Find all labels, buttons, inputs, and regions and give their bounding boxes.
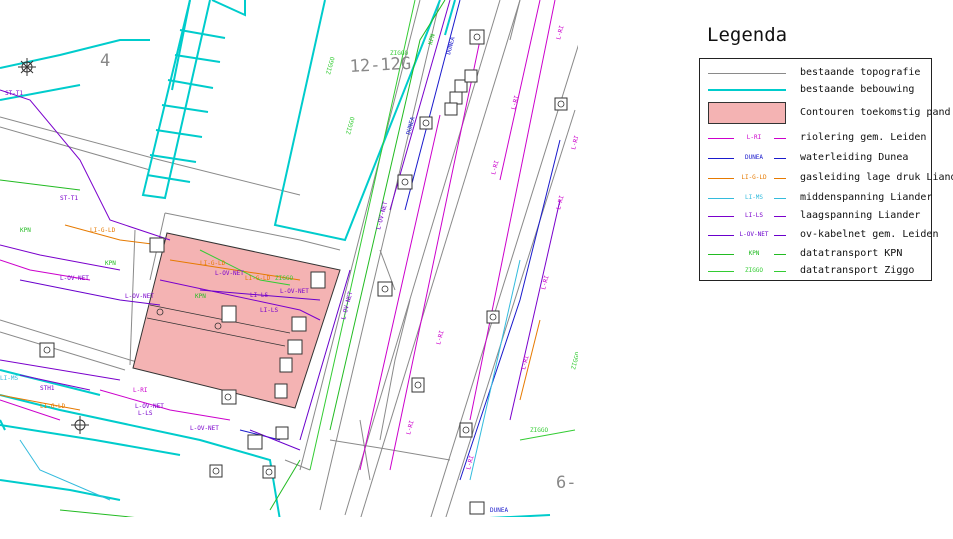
legend-symbol: LI-G-LD <box>708 170 786 188</box>
legend-symbol: LI-LS <box>708 208 786 226</box>
code-label: L-OV-NET <box>60 275 89 282</box>
building-number: 4 <box>100 51 110 71</box>
code-label: DUNEA <box>405 116 417 136</box>
code-label: ZIGGO <box>275 275 293 282</box>
legend-symbol <box>708 65 786 83</box>
code-label: L-OV-NET <box>125 293 154 300</box>
building-number: 6- <box>556 473 576 493</box>
legend-item: LI-LS laagspanning Liander <box>700 208 933 226</box>
legend-code: L-OV-NET <box>734 231 774 238</box>
code-label: KPN <box>427 33 437 46</box>
code-label: L-LS <box>138 410 153 417</box>
code-label: LI-MS <box>0 375 18 382</box>
code-label: ST-T1 <box>5 90 23 97</box>
code-label: L-OV-NET <box>135 403 164 410</box>
legend-label: bestaande bebouwing <box>800 84 915 95</box>
legend-code: ZIGGO <box>734 267 774 274</box>
code-label: LI-G-LD <box>200 260 226 267</box>
legend-label: middenspanning Liander <box>800 192 933 203</box>
legend-label: datatransport KPN <box>800 248 903 259</box>
legend-symbol: L-OV-NET <box>708 227 786 245</box>
code-label: LI-G-LD <box>40 403 66 410</box>
legend-label: datatransport Ziggo <box>800 265 915 276</box>
code-label: DUNEA <box>445 36 457 56</box>
code-label: L-OV-NET <box>375 200 389 230</box>
legend-symbol: ZIGGO <box>708 263 786 281</box>
legend-label: laagspanning Liander <box>800 210 921 221</box>
legend: bestaande topografie bestaande bebouwing C… <box>699 58 953 281</box>
code-label: L-OV-NET <box>190 425 219 432</box>
code-label: LI-G-LD <box>90 227 116 234</box>
legend-label: gasleiding lage druk Liander <box>800 172 953 183</box>
legend-symbol <box>708 102 786 124</box>
building-number: 12-12G <box>349 54 411 77</box>
legend-label: riolering gem. Leiden <box>800 132 927 143</box>
legend-code: DUNEA <box>734 154 774 161</box>
legend-label: Contouren toekomstig pand <box>800 107 951 118</box>
legend-code: LI-G-LD <box>734 174 774 181</box>
legend-symbol: L-RI <box>708 130 786 148</box>
code-label: L-OV-NET <box>280 288 309 295</box>
legend-item: DUNEA waterleiding Dunea <box>700 150 933 168</box>
code-label: ZIGGO <box>345 116 357 136</box>
code-label: L-RI <box>510 94 521 110</box>
code-label: ZIGGO <box>530 427 548 434</box>
legend-item: bestaande topografie <box>700 65 933 83</box>
legend-item: L-RI riolering gem. Leiden <box>700 130 933 148</box>
code-label: LI-LS <box>250 292 268 299</box>
code-label: L-OV-NET <box>215 270 244 277</box>
legend-label: bestaande topografie <box>800 67 921 78</box>
code-label: L-RI <box>490 159 501 175</box>
code-label: L-RI <box>133 387 148 394</box>
legend-code: L-RI <box>734 134 774 141</box>
legend-item: KPN datatransport KPN <box>700 246 933 264</box>
code-label: KPN <box>105 260 116 267</box>
code-label: L-RI <box>555 194 566 210</box>
legend-code: LI-MS <box>734 194 774 201</box>
code-label: LI-G-LD <box>245 275 271 282</box>
legend-code: LI-LS <box>734 212 774 219</box>
code-label: L-RI <box>405 419 416 435</box>
legend-item: LI-G-LD gasleiding lage druk Liander <box>700 170 953 188</box>
code-label: KPN <box>195 293 206 300</box>
code-label: L-RI <box>435 329 446 345</box>
code-label: ST-T1 <box>60 195 78 202</box>
code-label: L-RI <box>540 274 551 290</box>
code-label: ZIGGO <box>325 56 337 76</box>
legend-item: Contouren toekomstig pand <box>700 102 951 124</box>
legend-symbol: LI-MS <box>708 190 786 208</box>
code-label: KPN <box>20 227 31 234</box>
code-label: L-RI <box>555 24 566 40</box>
legend-item: LI-MS middenspanning Liander <box>700 190 933 208</box>
legend-item: ZIGGO datatransport Ziggo <box>700 263 933 281</box>
code-label: STH1 <box>40 385 55 392</box>
legend-symbol <box>708 82 786 100</box>
code-label: LI-LS <box>260 307 278 314</box>
legend-code: KPN <box>734 250 774 257</box>
legend-item: bestaande bebouwing <box>700 82 933 100</box>
legend-item: L-OV-NET ov-kabelnet gem. Leiden <box>700 227 938 245</box>
legend-label: waterleiding Dunea <box>800 152 909 163</box>
code-label: DUNEA <box>490 507 508 514</box>
legend-title: Legenda <box>707 24 788 46</box>
legend-symbol: DUNEA <box>708 150 786 168</box>
legend-symbol: KPN <box>708 246 786 264</box>
legend-label: ov-kabelnet gem. Leiden <box>800 229 939 240</box>
